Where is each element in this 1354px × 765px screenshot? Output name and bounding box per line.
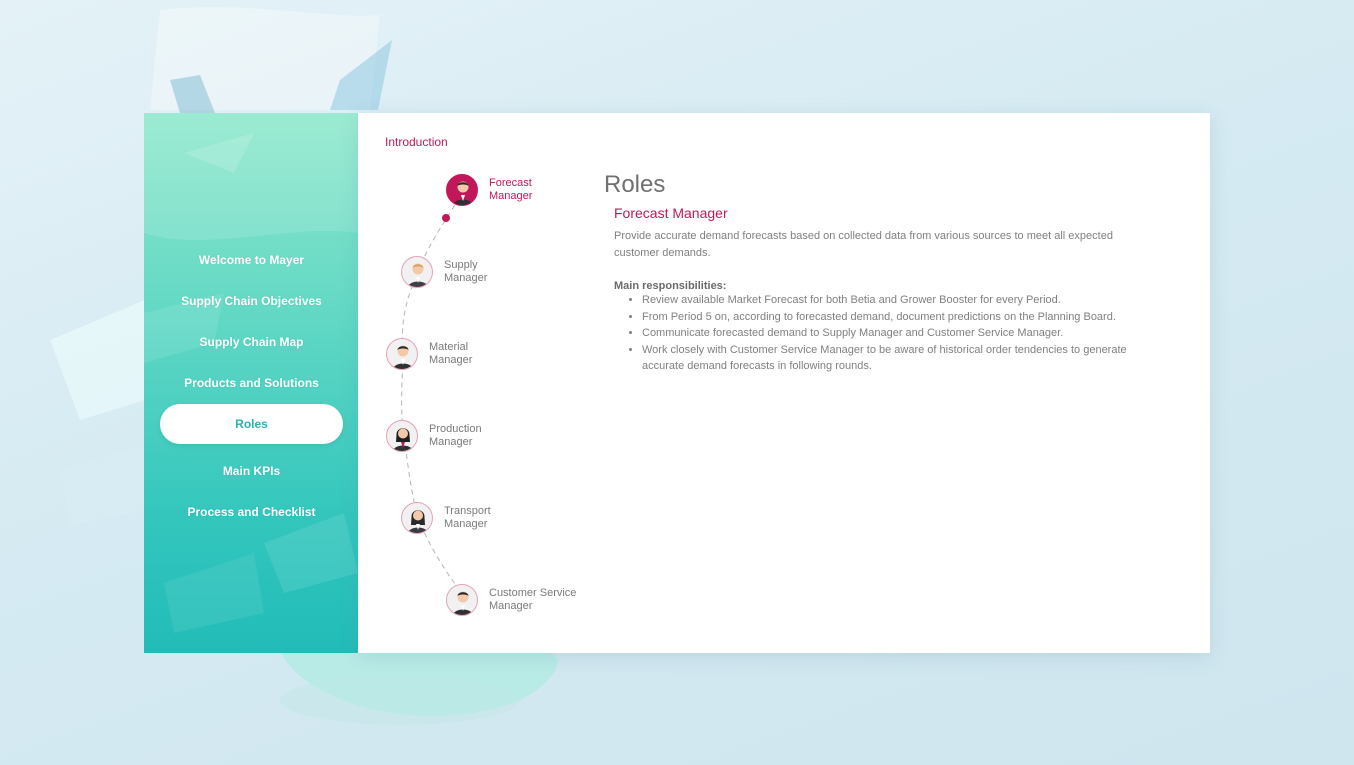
role-name: Material xyxy=(429,341,469,353)
responsibilities-list: Review available Market Forecast for bot… xyxy=(614,292,1152,375)
sidebar-item-main-kpis[interactable]: Main KPIs xyxy=(160,451,343,491)
role-suffix: Manager xyxy=(444,272,488,284)
role-transport-manager[interactable]: Transport Manager xyxy=(401,502,544,534)
role-name: Supply xyxy=(444,259,478,271)
sidebar-item-process-and-checklist[interactable]: Process and Checklist xyxy=(160,492,343,532)
sidebar-item-roles[interactable]: Roles xyxy=(160,404,343,444)
male-manager-avatar-icon xyxy=(401,256,433,288)
sidebar-item-products-and-solutions[interactable]: Products and Solutions xyxy=(160,363,343,403)
role-production-manager[interactable]: Production Manager xyxy=(386,420,529,452)
role-description: Provide accurate demand forecasts based … xyxy=(614,230,1113,259)
sidebar-item-welcome[interactable]: Welcome to Mayer xyxy=(160,240,343,280)
sidebar: Welcome to Mayer Supply Chain Objectives… xyxy=(144,113,358,653)
role-name: Forecast xyxy=(489,177,532,189)
role-suffix: Manager xyxy=(489,600,533,612)
main-panel: Introduction Forecast Manager Supply Manag… xyxy=(358,113,1210,653)
role-name: Customer Service xyxy=(489,587,577,599)
list-item: Review available Market Forecast for bot… xyxy=(642,292,1152,309)
responsibilities-heading: Main responsibilities: xyxy=(614,280,727,292)
role-suffix: Manager xyxy=(429,436,473,448)
role-details: Roles Forecast Manager Provide accurate … xyxy=(604,171,1164,375)
female-manager-avatar-icon xyxy=(386,420,418,452)
male-manager-avatar-icon xyxy=(446,174,478,206)
role-forecast-manager[interactable]: Forecast Manager xyxy=(446,174,589,206)
list-item: Work closely with Customer Service Manag… xyxy=(642,342,1152,375)
role-suffix: Manager xyxy=(444,518,488,530)
role-material-manager[interactable]: Material Manager xyxy=(386,338,529,370)
role-suffix: Manager xyxy=(489,190,533,202)
role-supply-manager[interactable]: Supply Manager xyxy=(401,256,544,288)
role-name: Production xyxy=(429,423,482,435)
role-title: Forecast Manager xyxy=(614,205,728,221)
list-item: From Period 5 on, according to forecaste… xyxy=(642,309,1152,326)
male-manager-avatar-icon xyxy=(446,584,478,616)
page-title: Roles xyxy=(604,171,666,198)
sidebar-item-supply-chain-map[interactable]: Supply Chain Map xyxy=(160,322,343,362)
male-manager-avatar-icon xyxy=(386,338,418,370)
role-suffix: Manager xyxy=(429,354,473,366)
timeline-marker-dot xyxy=(442,214,450,222)
role-customer-service-manager[interactable]: Customer Service Manager xyxy=(446,584,589,616)
female-manager-avatar-icon xyxy=(401,502,433,534)
list-item: Communicate forecasted demand to Supply … xyxy=(642,325,1152,342)
sidebar-item-supply-chain-objectives[interactable]: Supply Chain Objectives xyxy=(160,281,343,321)
role-name: Transport xyxy=(444,505,491,517)
